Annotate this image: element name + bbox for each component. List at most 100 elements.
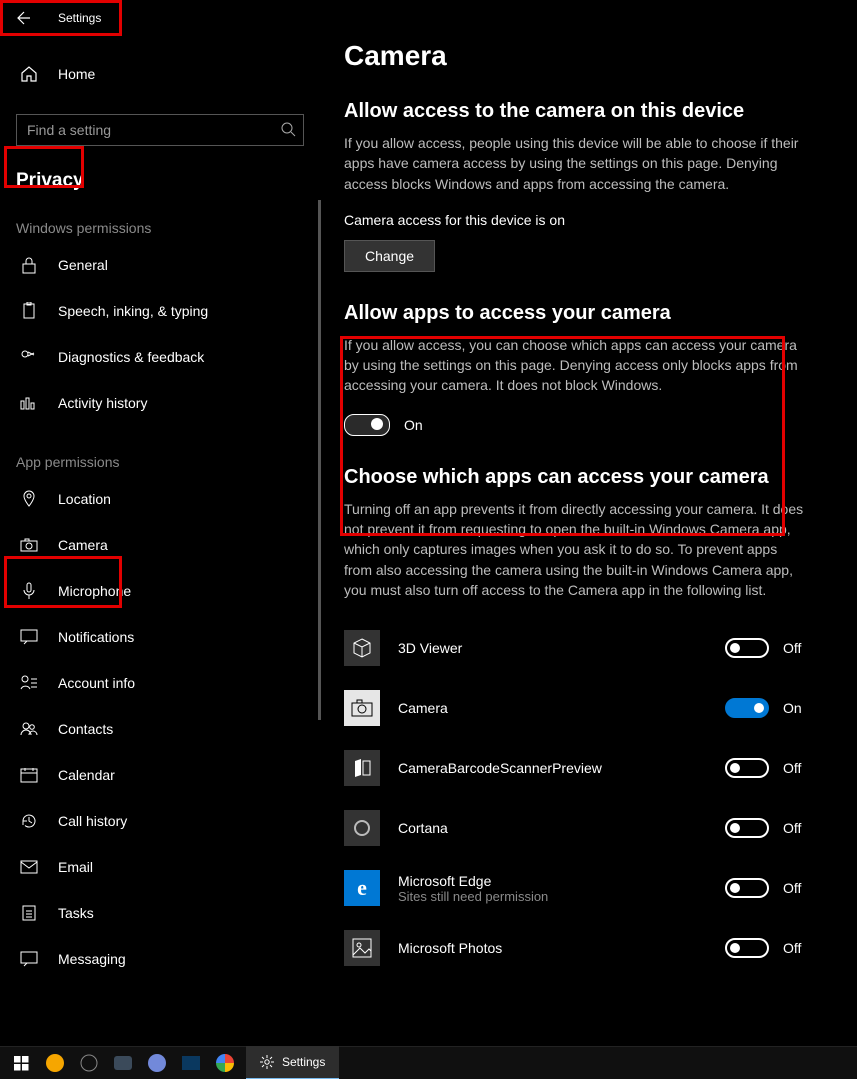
app-icon [344, 630, 380, 666]
sidebar-item-messaging[interactable]: Messaging [0, 936, 320, 982]
taskbar-app-1[interactable] [38, 1047, 72, 1079]
taskbar-app-6[interactable] [208, 1047, 242, 1079]
nav-label: Speech, inking, & typing [58, 303, 208, 319]
titlebar: Settings [0, 0, 320, 36]
nav-label: General [58, 257, 108, 273]
app-toggle[interactable] [725, 758, 769, 778]
nav-label: Microphone [58, 583, 131, 599]
section-desc-app-access: If you allow access, you can choose whic… [344, 335, 804, 396]
sidebar-home[interactable]: Home [0, 52, 320, 96]
app-toggle[interactable] [725, 698, 769, 718]
sidebar-item-speech[interactable]: Speech, inking, & typing [0, 288, 320, 334]
nav-label: Location [58, 491, 111, 507]
app-row: CortanaOff [344, 798, 813, 858]
app-toggle[interactable] [725, 938, 769, 958]
clipboard-icon [20, 302, 38, 320]
section-heading-device-access: Allow access to the camera on this devic… [344, 100, 813, 123]
app-toggle-state: Off [783, 940, 813, 956]
tasks-icon [20, 904, 38, 922]
section-heading-choose-apps: Choose which apps can access your camera [344, 466, 813, 489]
sidebar-item-notifications[interactable]: Notifications [0, 614, 320, 660]
app-row: Camera On [344, 678, 813, 738]
section-heading-app-access: Allow apps to access your camera [344, 302, 813, 325]
sidebar-item-general[interactable]: General [0, 242, 320, 288]
app-toggle-state: Off [783, 640, 813, 656]
section-desc-choose-apps: Turning off an app prevents it from dire… [344, 499, 804, 600]
app-icon [344, 930, 380, 966]
sidebar-item-email[interactable]: Email [0, 844, 320, 890]
apps-access-toggle[interactable] [344, 414, 390, 436]
sidebar-item-diagnostics[interactable]: Diagnostics & feedback [0, 334, 320, 380]
contacts-icon [20, 720, 38, 738]
taskbar-app-5[interactable] [174, 1047, 208, 1079]
nav-label: Email [58, 859, 93, 875]
calendar-icon [20, 766, 38, 784]
app-icon [344, 750, 380, 786]
app-name: Microsoft Photos [398, 940, 725, 956]
notifications-icon [20, 628, 38, 646]
activity-icon [20, 394, 38, 412]
sidebar: Settings Home Privacy Windows permission… [0, 0, 320, 1046]
nav-label: Call history [58, 813, 127, 829]
location-icon [20, 490, 38, 508]
back-button[interactable] [8, 2, 40, 34]
nav-label: Account info [58, 675, 135, 691]
home-icon [20, 65, 38, 83]
app-toggle-state: Off [783, 880, 813, 896]
nav-label: Messaging [58, 951, 126, 967]
search-input[interactable] [16, 114, 304, 146]
app-name: 3D Viewer [398, 640, 725, 656]
nav-label: Activity history [58, 395, 147, 411]
gear-icon [260, 1055, 274, 1069]
sidebar-home-label: Home [58, 66, 95, 82]
app-toggle-state: Off [783, 760, 813, 776]
nav-label: Calendar [58, 767, 115, 783]
history-icon [20, 812, 38, 830]
app-toggle-state: On [783, 700, 813, 716]
app-row: CameraBarcodeScannerPreview Off [344, 738, 813, 798]
lock-icon [20, 256, 38, 274]
section-desc-device-access: If you allow access, people using this d… [344, 133, 804, 194]
app-subtext: Sites still need permission [398, 889, 725, 904]
camera-icon [20, 536, 38, 554]
taskbar-app-4[interactable] [140, 1047, 174, 1079]
app-toggle[interactable] [725, 638, 769, 658]
window-title: Settings [58, 11, 101, 25]
nav-label: Camera [58, 537, 108, 553]
app-icon [344, 810, 380, 846]
taskbar-app-3[interactable] [106, 1047, 140, 1079]
taskbar-task-label: Settings [282, 1055, 325, 1069]
microphone-icon [20, 582, 38, 600]
app-row: Microsoft Photos Off [344, 918, 813, 978]
sidebar-item-location[interactable]: Location [0, 476, 320, 522]
app-name: CameraBarcodeScannerPreview [398, 760, 725, 776]
app-name: Cortana [398, 820, 725, 836]
account-icon [20, 674, 38, 692]
taskbar-task-settings[interactable]: Settings [246, 1046, 339, 1079]
start-button[interactable] [4, 1047, 38, 1079]
app-name: Camera [398, 700, 725, 716]
change-button[interactable]: Change [344, 240, 435, 272]
sidebar-item-activity[interactable]: Activity history [0, 380, 320, 426]
taskbar-app-2[interactable] [72, 1047, 106, 1079]
nav-label: Notifications [58, 629, 134, 645]
sidebar-item-contacts[interactable]: Contacts [0, 706, 320, 752]
messaging-icon [20, 950, 38, 968]
app-toggle[interactable] [725, 818, 769, 838]
app-toggle[interactable] [725, 878, 769, 898]
sidebar-item-camera[interactable]: Camera [0, 522, 320, 568]
back-arrow-icon [16, 10, 32, 26]
sidebar-item-tasks[interactable]: Tasks [0, 890, 320, 936]
sidebar-item-callhistory[interactable]: Call history [0, 798, 320, 844]
search-icon [280, 121, 296, 137]
content-pane: Camera Allow access to the camera on thi… [320, 0, 857, 1046]
sidebar-item-calendar[interactable]: Calendar [0, 752, 320, 798]
section-label-windows-permissions: Windows permissions [16, 220, 320, 236]
app-name: Microsoft Edge [398, 873, 725, 889]
section-label-app-permissions: App permissions [16, 454, 320, 470]
sidebar-item-account[interactable]: Account info [0, 660, 320, 706]
sidebar-scrollbar[interactable] [318, 200, 321, 720]
email-icon [20, 858, 38, 876]
taskbar: Settings [0, 1046, 857, 1079]
sidebar-item-microphone[interactable]: Microphone [0, 568, 320, 614]
